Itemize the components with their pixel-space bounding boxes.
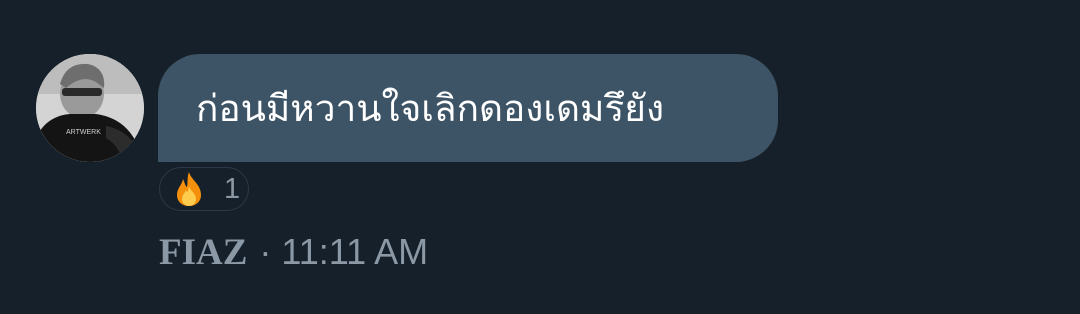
sender-name[interactable]: FIAZ (159, 231, 247, 274)
shirt-print: ARTWERK (66, 129, 101, 136)
message-meta: FIAZ · 11:11 AM (159, 231, 429, 274)
avatar[interactable]: ARTWERK (36, 54, 144, 162)
reaction-pill[interactable]: 1 (159, 167, 249, 211)
reaction-count: 1 (224, 172, 241, 205)
message-text: ก่อนมีหวานใจเลิกดองเดมรึยัง (196, 86, 665, 130)
meta-separator: · (259, 231, 272, 272)
chat-conversation: ARTWERK ก่อนมีหวานใจเลิกดองเดมรึยัง 1 FI… (0, 0, 1080, 314)
avatar-photo: ARTWERK (36, 54, 144, 162)
fire-icon (177, 172, 201, 206)
message-timestamp: 11:11 AM (281, 231, 429, 272)
message-bubble[interactable]: ก่อนมีหวานใจเลิกดองเดมรึยัง (158, 54, 778, 162)
